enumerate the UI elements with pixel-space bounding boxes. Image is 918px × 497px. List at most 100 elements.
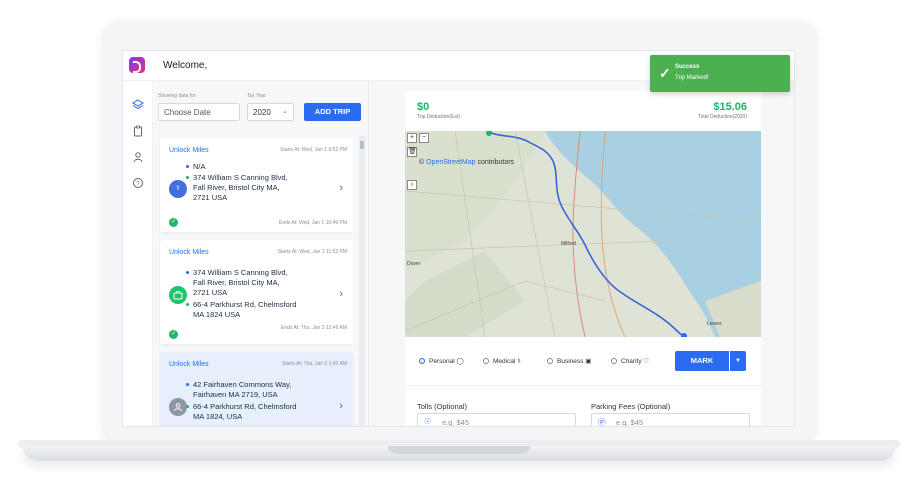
address-line: MA 1824, USA (193, 412, 243, 421)
chevron-right-icon[interactable]: › (339, 400, 343, 412)
destination-dot (186, 303, 189, 306)
trip-detail-card: $0 Trip Deduction(Est) $15.06 Total Dedu… (405, 91, 761, 427)
attribution-suffix: contributors (475, 159, 515, 166)
address-line: 42 Fairhaven Commons Way, (193, 380, 292, 389)
total-deduction-value: $15.06 (713, 101, 747, 113)
trip-detail-panel: $0 Trip Deduction(Est) $15.06 Total Dedu… (370, 81, 794, 427)
date-input[interactable]: Choose Date (158, 103, 240, 121)
address-line: 66-4 Parkhurst Rd, Chelmsford (193, 300, 297, 309)
radio-charity[interactable] (611, 358, 617, 365)
tax-year-label: Tax Year (247, 93, 267, 99)
map-place-label: Milford (561, 241, 576, 247)
clipboard-icon[interactable] (132, 125, 144, 137)
radio-personal[interactable] (419, 358, 425, 365)
welcome-text: Welcome, (163, 60, 208, 71)
trip-title: Unlock Miles (169, 361, 209, 368)
trip-destination: 66-4 Parkhurst Rd, Chelmsford MA 1824, U… (193, 402, 296, 422)
app-screen: Welcome, ? Showing data for Tax Year Cho… (122, 50, 795, 427)
trip-origin: 42 Fairhaven Commons Way, Fairhaven MA 2… (193, 380, 291, 400)
trip-start-time: Starts At: Wed, Jan 1 9:52 PM (280, 147, 347, 153)
route-map[interactable]: Milford Lewes Dover + − 🗑 © OpenStreetMa… (405, 131, 761, 337)
chevron-right-icon[interactable]: › (339, 288, 343, 300)
tax-year-value: 2020 (253, 108, 271, 117)
hospital-icon: ⚕ (517, 358, 521, 365)
laptop-notch (388, 446, 530, 454)
layers-icon[interactable] (132, 99, 144, 111)
attribution-link[interactable]: OpenStreetMap (426, 159, 475, 166)
address-line: Fall River, Bristol City MA, (193, 183, 280, 192)
tax-year-select[interactable]: 2020 ⌄ (247, 103, 294, 121)
radio-medical[interactable] (483, 358, 489, 365)
user-icon[interactable] (132, 151, 144, 163)
type-label: Charity (621, 358, 642, 365)
address-line: 374 William S Canning Blvd, (193, 173, 288, 182)
app-logo[interactable] (129, 57, 145, 73)
mark-button[interactable]: MARK (675, 351, 729, 371)
type-charity[interactable]: Charity ♡ (611, 357, 649, 365)
address-line: 2721 USA (193, 288, 228, 297)
toast-title: Success (675, 64, 700, 70)
type-medical[interactable]: Medical ⚕ (483, 357, 521, 365)
total-deduction-label: Total Deduction(2020) (698, 114, 747, 120)
trip-end-time: Ends At: Wed, Jan 1 10:49 PM (278, 220, 347, 226)
user-icon: ◯ (456, 358, 464, 365)
trip-destination: 66-4 Parkhurst Rd, Chelmsford MA 1824 US… (193, 300, 296, 320)
destination-dot (186, 405, 189, 408)
briefcase-icon (169, 286, 187, 304)
chevron-right-icon[interactable]: › (339, 182, 343, 194)
origin-dot (186, 165, 189, 168)
tolls-placeholder: e.g. $45 (442, 418, 470, 427)
showing-data-label: Showing data for (158, 93, 196, 99)
trash-icon[interactable]: 🗑 (407, 147, 417, 157)
list-scrollbar-thumb[interactable] (360, 141, 364, 149)
address-line: Fairhaven MA 2719, USA (193, 390, 278, 399)
zoom-out-button[interactable]: − (419, 133, 429, 143)
radio-business[interactable] (547, 358, 553, 365)
toast-message: Trip Marked! (675, 75, 709, 81)
type-label: Medical (493, 358, 516, 365)
list-scrollbar[interactable] (359, 136, 365, 426)
chevron-down-icon: ⌄ (282, 108, 288, 115)
trip-deduction-value: $0 (417, 101, 430, 113)
trip-end-time: Ends At: Thu, Jan 2 12:46 AM (280, 325, 347, 331)
briefcase-icon: ▣ (585, 358, 592, 365)
trip-deduction-label: Trip Deduction(Est) (417, 114, 460, 120)
section-divider (405, 385, 761, 386)
hospital-icon: ⚕ (169, 180, 187, 198)
type-label: Business (557, 358, 584, 365)
parking-label: Parking Fees (Optional) (591, 402, 671, 411)
success-toast[interactable]: ✓ Success Trip Marked! (650, 55, 790, 92)
map-place-label: Lewes (707, 321, 722, 327)
help-icon[interactable]: ? (132, 177, 144, 189)
trip-card-selected[interactable]: Unlock Miles Starts At: Thu, Jan 2 1:42 … (160, 352, 353, 426)
type-personal[interactable]: Personal ◯ (419, 357, 464, 365)
trip-title: Unlock Miles (169, 249, 209, 256)
address-line: MA 1824 USA (193, 310, 241, 319)
trip-card[interactable]: Unlock Miles Starts At: Wed, Jan 1 9:52 … (160, 138, 353, 232)
address-line: 66-4 Parkhurst Rd, Chelmsford (193, 402, 297, 411)
user-icon (169, 398, 187, 416)
expand-icon[interactable]: › (407, 180, 417, 190)
svg-text:?: ? (136, 181, 140, 187)
address-line: 2721 USA (193, 193, 228, 202)
parking-placeholder: e.g. $45 (616, 418, 644, 427)
trip-origin: 374 William S Canning Blvd, Fall River, … (193, 268, 288, 298)
trip-start-time: Starts At: Thu, Jan 2 1:42 AM (282, 361, 347, 367)
mark-dropdown-caret-icon[interactable]: ▼ (730, 351, 746, 371)
heart-icon: ♡ (643, 358, 650, 365)
zoom-in-button[interactable]: + (407, 133, 417, 143)
trip-start-time: Starts At: Wed, Jan 1 11:53 PM (277, 249, 347, 255)
origin-dot (186, 383, 189, 386)
trip-list-panel: Showing data for Tax Year Choose Date 20… (154, 81, 369, 426)
map-place-label: Dover (407, 261, 421, 267)
sidebar: ? (123, 81, 153, 426)
check-icon: ✓ (659, 65, 671, 81)
parking-input[interactable]: Ⓟ e.g. $45 (591, 413, 750, 427)
type-business[interactable]: Business ▣ (547, 357, 591, 365)
trip-card[interactable]: Unlock Miles Starts At: Wed, Jan 1 11:53… (160, 240, 353, 344)
type-label: Personal (429, 358, 455, 365)
map-attribution: © OpenStreetMap contributors (419, 159, 514, 166)
trip-origin: N/A (193, 162, 206, 171)
tolls-input[interactable]: ☉ e.g. $45 (417, 413, 576, 427)
add-trip-button[interactable]: ADD TRIP (304, 103, 361, 121)
